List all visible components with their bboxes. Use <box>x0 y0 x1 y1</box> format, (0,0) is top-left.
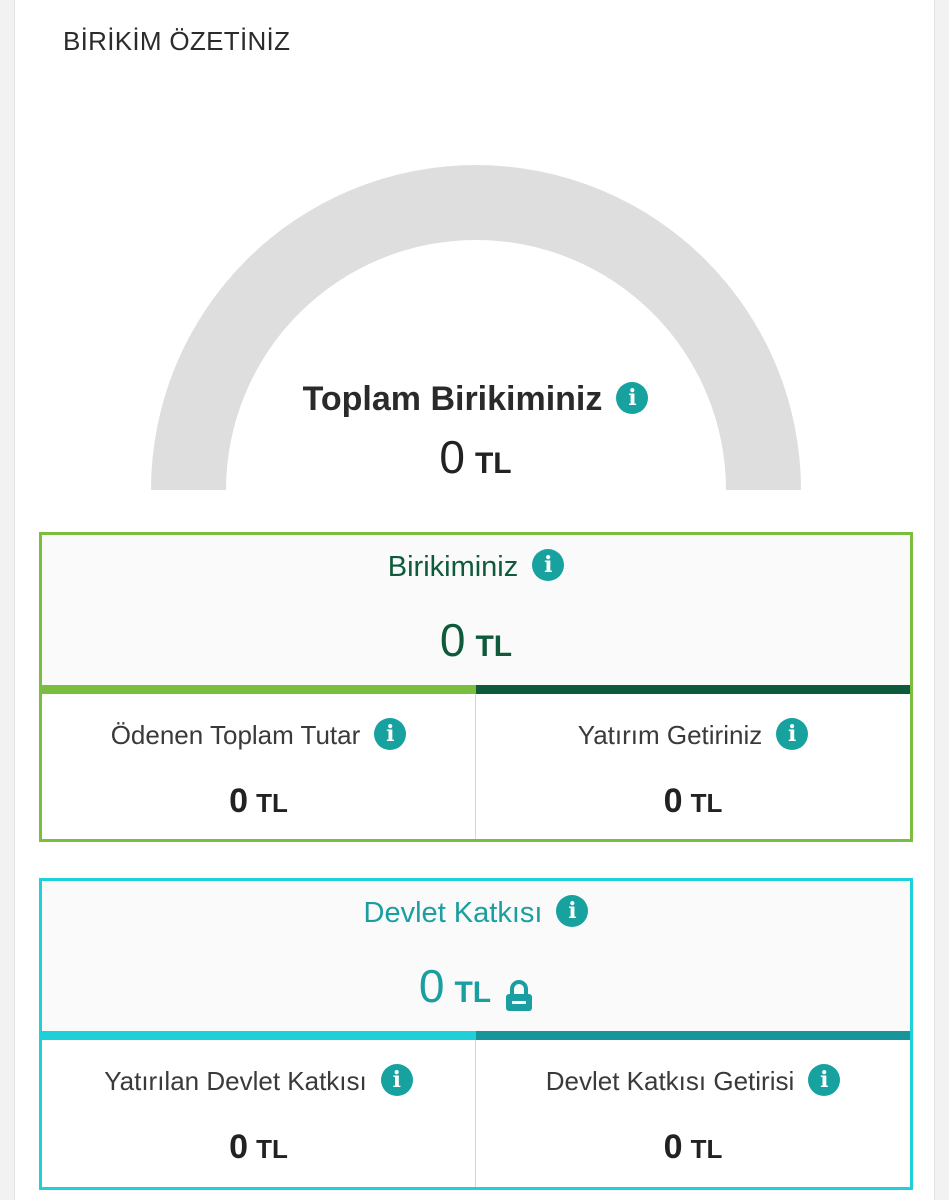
state-contribution-return-label: Devlet Katkısı Getirisi i <box>476 1064 910 1099</box>
investment-return-cell: Yatırım Getiriniz i 0 TL <box>476 694 910 839</box>
state-contribution-return-value: 0 TL <box>663 1128 723 1166</box>
info-icon[interactable]: i <box>380 1064 413 1097</box>
info-icon[interactable]: i <box>776 718 809 751</box>
state-split-bar <box>42 1031 910 1040</box>
state-contribution-value: 0 TL <box>42 959 910 1014</box>
lock-icon <box>506 979 533 1011</box>
info-icon[interactable]: i <box>374 718 407 751</box>
state-contribution-header: Devlet Katkısı i 0 TL <box>42 881 910 1031</box>
info-icon[interactable]: i <box>808 1064 841 1097</box>
state-contribution-box: Devlet Katkısı i 0 TL Yatırılan Devlet Kat… <box>39 878 913 1190</box>
savings-header: Birikiminiz i 0 TL <box>42 535 910 685</box>
deposited-state-contribution-value: 0 TL <box>229 1128 288 1166</box>
savings-summary-card: BİRİKİM ÖZETİNİZ Toplam Birikiminiz i 0 TL… <box>14 0 935 1200</box>
total-savings-gauge <box>151 165 801 490</box>
total-savings-value: 0 TL <box>439 431 512 483</box>
investment-return-value: 0 TL <box>663 782 723 820</box>
deposited-state-contribution-cell: Yatırılan Devlet Katkısı i 0 TL <box>42 1040 476 1187</box>
paid-total-value: 0 TL <box>229 782 288 820</box>
savings-value: 0 TL <box>439 614 513 666</box>
paid-bar-segment <box>42 685 476 694</box>
paid-total-cell: Ödenen Toplam Tutar i 0 TL <box>42 694 476 839</box>
savings-box: Birikiminiz i 0 TL Ödenen Toplam Tutar i 0T… <box>39 532 913 842</box>
savings-title: Birikiminiz i <box>42 549 910 584</box>
deposited-bar-segment <box>42 1031 476 1040</box>
total-savings-label: Toplam Birikiminiz i <box>15 380 936 419</box>
deposited-state-contribution-label: Yatırılan Devlet Katkısı i <box>42 1064 475 1099</box>
state-contribution-return-cell: Devlet Katkısı Getirisi i 0 TL <box>476 1040 910 1187</box>
investment-return-label: Yatırım Getiriniz i <box>476 718 910 753</box>
info-icon[interactable]: i <box>532 549 565 582</box>
info-icon[interactable]: i <box>556 895 589 928</box>
paid-total-label: Ödenen Toplam Tutar i <box>42 718 475 753</box>
state-returns-bar-segment <box>476 1031 910 1040</box>
returns-bar-segment <box>476 685 910 694</box>
info-icon[interactable]: i <box>616 382 649 415</box>
savings-split-bar <box>42 685 910 694</box>
state-contribution-title: Devlet Katkısı i <box>42 895 910 930</box>
